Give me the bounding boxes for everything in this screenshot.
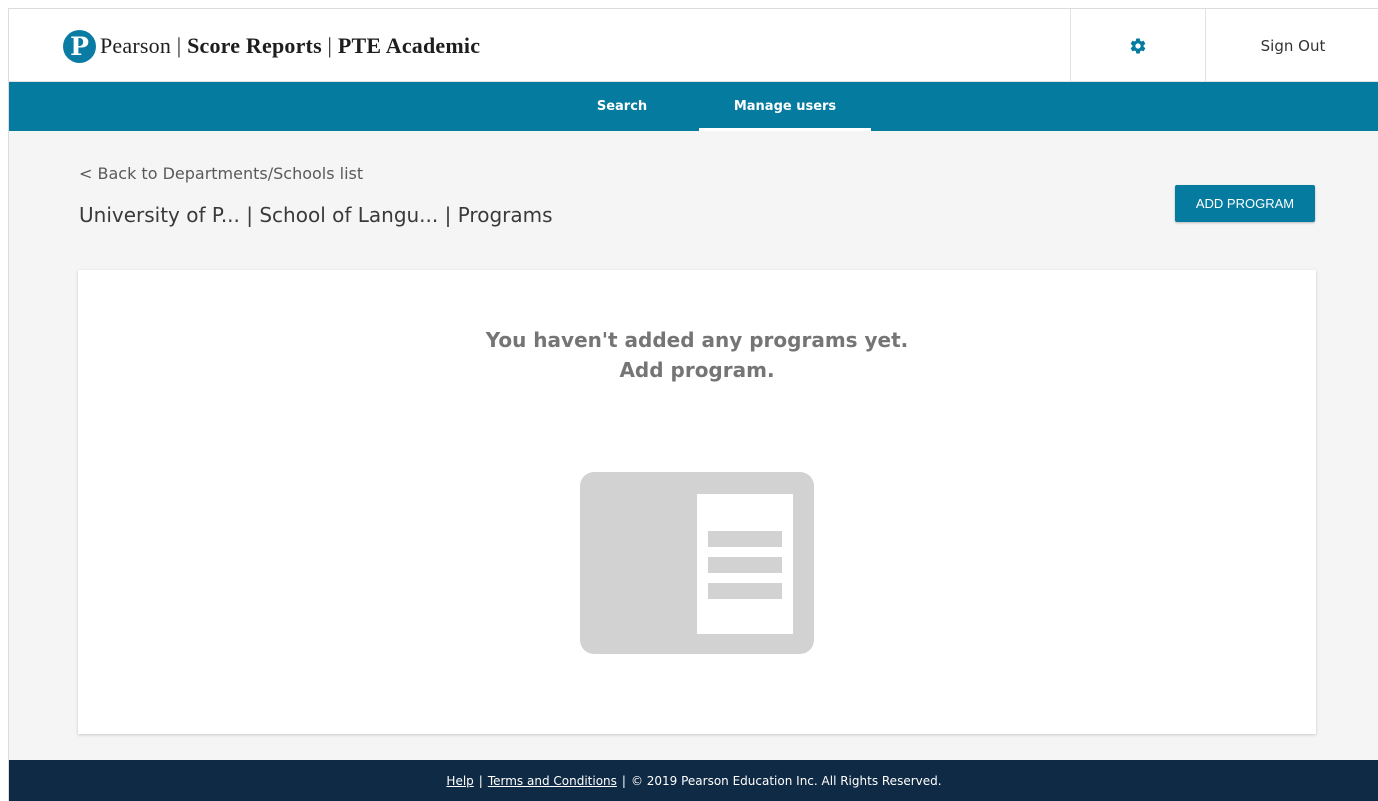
terms-link[interactable]: Terms and Conditions xyxy=(488,774,617,788)
pearson-logo-icon: P xyxy=(63,29,96,63)
top-header: P Pearson | Score Reports | PTE Academic… xyxy=(9,9,1378,82)
nav-bar: Search Manage users xyxy=(9,82,1378,131)
document-placeholder-icon xyxy=(580,472,814,654)
empty-state-add-program: Add program. xyxy=(619,358,775,382)
settings-button[interactable] xyxy=(1070,9,1206,82)
footer-separator: | xyxy=(621,774,626,788)
sign-out-button[interactable]: Sign Out xyxy=(1207,9,1378,82)
back-to-departments-link[interactable]: < Back to Departments/Schools list xyxy=(79,164,363,183)
footer-separator: | xyxy=(478,774,483,788)
tab-search[interactable]: Search xyxy=(561,82,683,131)
logo-letter: P xyxy=(70,31,89,61)
brand-name: Pearson xyxy=(100,33,172,58)
brand-title: Pearson | Score Reports | PTE Academic xyxy=(100,33,480,59)
copyright-text: © 2019 Pearson Education Inc. All Rights… xyxy=(630,774,942,788)
brand-logo[interactable]: P Pearson | Score Reports | PTE Academic xyxy=(63,28,480,64)
tab-manage-users[interactable]: Manage users xyxy=(699,82,871,131)
product-separator: | xyxy=(321,33,338,58)
brand-separator: | xyxy=(171,33,188,58)
app-frame: P Pearson | Score Reports | PTE Academic… xyxy=(8,8,1378,801)
page-footer: Help | Terms and Conditions | © 2019 Pea… xyxy=(9,760,1378,801)
add-program-button[interactable]: ADD PROGRAM xyxy=(1175,185,1315,222)
help-link[interactable]: Help xyxy=(446,774,473,788)
exam-name: PTE Academic xyxy=(337,33,481,58)
empty-state-message: You haven't added any programs yet. xyxy=(485,328,909,352)
page-title-breadcrumb: University of P... | School of Langu... … xyxy=(79,203,553,227)
product-name: Score Reports xyxy=(187,33,322,58)
gear-icon xyxy=(1130,38,1146,53)
programs-empty-card: You haven't added any programs yet. Add … xyxy=(78,270,1316,734)
